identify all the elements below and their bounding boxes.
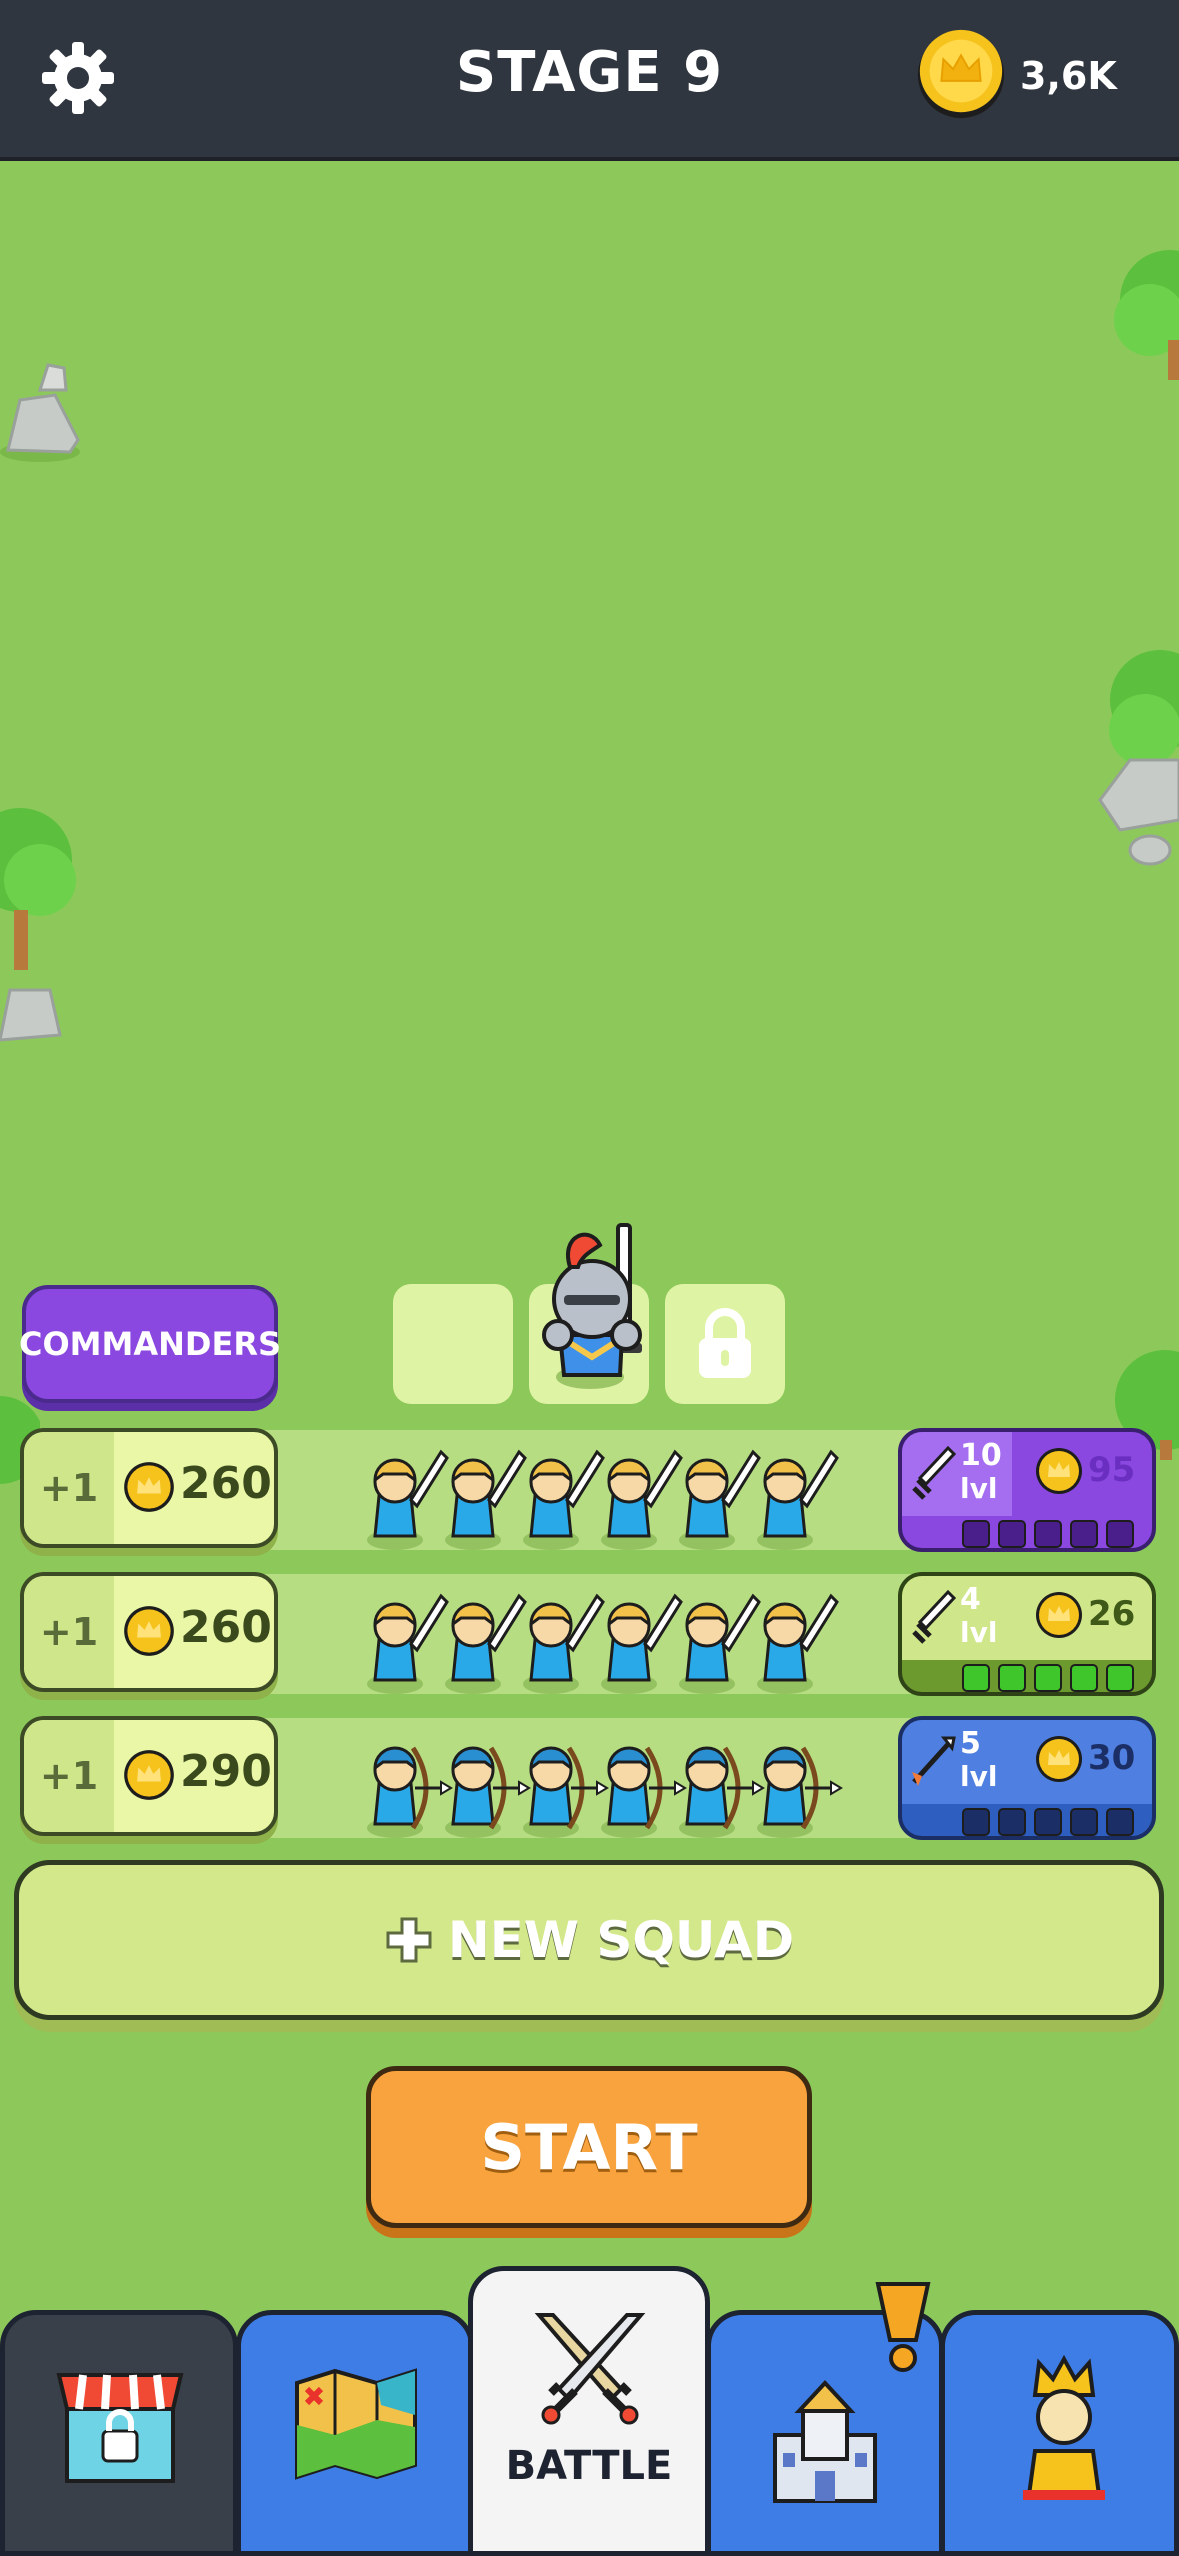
crown-coin-icon bbox=[124, 1606, 174, 1656]
archer-unit bbox=[367, 1746, 453, 1838]
arrow-icon bbox=[912, 1736, 956, 1786]
buy-unit-button[interactable]: +1 260 bbox=[20, 1428, 278, 1548]
upgrade-progress bbox=[962, 1808, 1134, 1836]
sword-icon bbox=[912, 1589, 957, 1644]
swordsman-unit bbox=[679, 1449, 761, 1550]
upgrade-pip bbox=[962, 1808, 990, 1836]
upgrade-pip bbox=[1034, 1808, 1062, 1836]
top-bar: STAGE 9 3,6K bbox=[0, 0, 1179, 161]
new-squad-label: NEW SQUAD bbox=[447, 1911, 795, 1969]
crown-coin-icon bbox=[1036, 1448, 1082, 1494]
upgrade-pip bbox=[1106, 1664, 1134, 1692]
upgrade-pip bbox=[998, 1808, 1026, 1836]
upgrade-pip bbox=[1070, 1520, 1098, 1548]
new-squad-button[interactable]: NEW SQUAD bbox=[14, 1860, 1164, 2020]
archer-unit bbox=[679, 1746, 765, 1838]
archer-unit bbox=[445, 1746, 531, 1838]
tree-decoration bbox=[1114, 250, 1179, 380]
buy-unit-button[interactable]: +1 260 bbox=[20, 1572, 278, 1692]
swordsman-unit bbox=[367, 1449, 449, 1550]
crossed-swords-icon bbox=[534, 2313, 646, 2425]
archer-unit bbox=[523, 1746, 609, 1838]
upgrade-cost: 95 bbox=[1088, 1450, 1136, 1490]
crown-coin-icon bbox=[1036, 1592, 1082, 1638]
tab-map[interactable] bbox=[236, 2310, 474, 2556]
upgrade-level-label: lvl bbox=[960, 1616, 998, 1649]
plus-icon bbox=[386, 1917, 432, 1963]
archer-unit bbox=[601, 1746, 687, 1838]
unit-price: 260 bbox=[180, 1602, 272, 1653]
archer-unit bbox=[757, 1746, 843, 1838]
upgrade-pip bbox=[1034, 1664, 1062, 1692]
tab-shop[interactable] bbox=[0, 2310, 238, 2556]
upgrade-level: 10 bbox=[960, 1438, 1002, 1473]
knight-commander[interactable] bbox=[530, 1215, 660, 1390]
coin-count: 3,6K bbox=[1020, 54, 1117, 98]
swordsman-unit bbox=[757, 1593, 839, 1694]
upgrade-progress bbox=[962, 1520, 1134, 1548]
upgrade-button[interactable]: 10 lvl 95 bbox=[898, 1428, 1156, 1552]
unit-price: 260 bbox=[180, 1458, 272, 1509]
tab-battle[interactable]: BATTLE bbox=[468, 2266, 710, 2556]
swordsman-unit bbox=[445, 1449, 527, 1550]
tab-battle-label: BATTLE bbox=[505, 2443, 673, 2489]
crown-coin-icon bbox=[124, 1750, 174, 1800]
upgrade-pip bbox=[998, 1520, 1026, 1548]
sword-icon bbox=[912, 1445, 957, 1500]
upgrade-level-label: lvl bbox=[960, 1760, 998, 1793]
upgrade-pip bbox=[1034, 1520, 1062, 1548]
crown-coin-icon bbox=[917, 29, 1005, 119]
map-icon bbox=[295, 2368, 417, 2480]
alert-icon bbox=[875, 2282, 931, 2372]
swordsman-unit bbox=[757, 1449, 839, 1550]
tree-rock-decoration bbox=[0, 808, 76, 1042]
start-button[interactable]: START bbox=[366, 2066, 812, 2228]
tab-king[interactable] bbox=[940, 2310, 1179, 2556]
unit-price: 290 bbox=[180, 1746, 272, 1797]
upgrade-pip bbox=[1070, 1808, 1098, 1836]
swordsman-unit bbox=[523, 1449, 605, 1550]
rock-decoration bbox=[0, 363, 80, 462]
upgrade-button[interactable]: 5 lvl 30 bbox=[898, 1716, 1156, 1840]
upgrade-button[interactable]: 4 lvl 26 bbox=[898, 1572, 1156, 1696]
upgrade-pip bbox=[962, 1664, 990, 1692]
upgrade-level-label: lvl bbox=[960, 1472, 998, 1505]
commander-slot-empty[interactable] bbox=[393, 1284, 513, 1404]
buy-unit-button[interactable]: +1 290 bbox=[20, 1716, 278, 1836]
lock-icon bbox=[699, 1308, 751, 1378]
buy-plus-label: +1 bbox=[24, 1576, 114, 1688]
king-icon bbox=[1023, 2355, 1105, 2500]
crown-coin-icon bbox=[1036, 1736, 1082, 1782]
commander-slot-locked[interactable] bbox=[665, 1284, 785, 1404]
swordsman-unit bbox=[445, 1593, 527, 1694]
upgrade-level: 4 bbox=[960, 1582, 981, 1617]
upgrade-cost: 30 bbox=[1088, 1738, 1136, 1778]
swordsman-unit bbox=[601, 1449, 683, 1550]
buy-plus-label: +1 bbox=[24, 1720, 114, 1832]
castle-icon bbox=[773, 2380, 877, 2503]
swordsman-squad bbox=[367, 1449, 839, 1550]
commanders-button[interactable]: COMMANDERS bbox=[19, 1285, 281, 1403]
archer-squad bbox=[367, 1746, 843, 1838]
swordsman-unit bbox=[601, 1593, 683, 1694]
buy-plus-label: +1 bbox=[24, 1432, 114, 1544]
upgrade-level: 5 bbox=[960, 1726, 981, 1761]
swordsman-unit bbox=[679, 1593, 761, 1694]
crown-coin-icon bbox=[124, 1462, 174, 1512]
tree-rock-decoration bbox=[1098, 650, 1179, 866]
swordsman-unit bbox=[367, 1593, 449, 1694]
upgrade-cost: 26 bbox=[1088, 1594, 1136, 1634]
upgrade-pip bbox=[1070, 1664, 1098, 1692]
upgrade-pip bbox=[1106, 1808, 1134, 1836]
upgrade-pip bbox=[998, 1664, 1026, 1692]
upgrade-pip bbox=[1106, 1520, 1134, 1548]
swordsman-unit bbox=[523, 1593, 605, 1694]
upgrade-progress bbox=[962, 1664, 1134, 1692]
swordsman-squad bbox=[367, 1593, 839, 1694]
upgrade-pip bbox=[962, 1520, 990, 1548]
locked-shop-icon bbox=[56, 2373, 184, 2483]
